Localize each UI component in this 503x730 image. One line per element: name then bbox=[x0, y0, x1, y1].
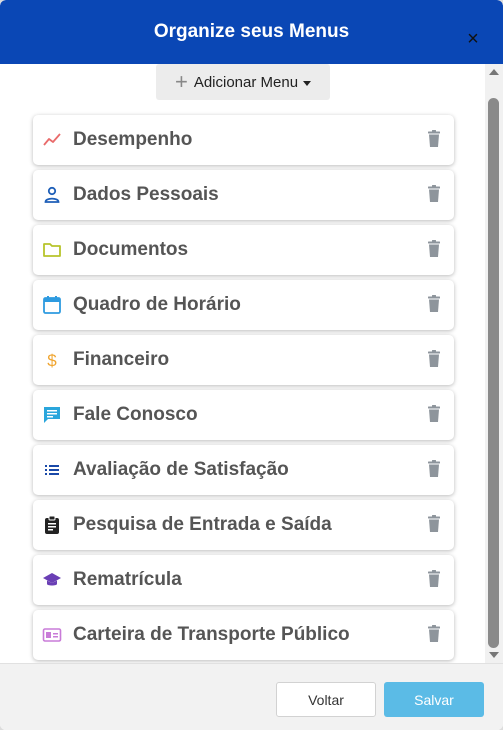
menu-list: Desempenho Dados Pessoais Documentos Qua… bbox=[33, 115, 454, 663]
scroll-down-arrow-icon[interactable] bbox=[489, 652, 499, 658]
id-card-icon bbox=[42, 625, 62, 645]
trash-icon[interactable] bbox=[427, 295, 441, 313]
save-button[interactable]: Salvar bbox=[384, 682, 484, 717]
trash-icon[interactable] bbox=[427, 460, 441, 478]
person-icon bbox=[42, 185, 62, 205]
calendar-icon bbox=[42, 295, 62, 315]
modal-title: Organize seus Menus bbox=[153, 21, 350, 42]
trash-icon[interactable] bbox=[427, 570, 441, 588]
menu-item-desempenho[interactable]: Desempenho bbox=[33, 115, 454, 165]
modal-body: + Adicionar Menu Desempenho Dados Pessoa… bbox=[0, 64, 503, 663]
menu-item-fale-conosco[interactable]: Fale Conosco bbox=[33, 390, 454, 440]
menu-item-financeiro[interactable]: $ Financeiro bbox=[33, 335, 454, 385]
trash-icon[interactable] bbox=[427, 240, 441, 258]
close-button[interactable]: × bbox=[462, 28, 484, 50]
svg-text:$: $ bbox=[47, 351, 57, 370]
menu-item-label: Documentos bbox=[73, 239, 189, 260]
menu-item-rematricula[interactable]: Rematrícula bbox=[33, 555, 454, 605]
clipboard-icon bbox=[42, 515, 62, 535]
menu-item-avaliacao-de-satisfacao[interactable]: Avaliação de Satisfação bbox=[33, 445, 454, 495]
graduation-cap-icon bbox=[42, 570, 62, 590]
menu-item-label: Pesquisa de Entrada e Saída bbox=[73, 514, 332, 535]
menu-item-dados-pessoais[interactable]: Dados Pessoais bbox=[33, 170, 454, 220]
add-menu-label: Adicionar Menu bbox=[193, 73, 299, 91]
caret-down-icon bbox=[303, 80, 312, 86]
menu-item-quadro-de-horario[interactable]: Quadro de Horário bbox=[33, 280, 454, 330]
menu-item-label: Dados Pessoais bbox=[73, 184, 219, 205]
menu-item-pesquisa-de-entrada-e-saida[interactable]: Pesquisa de Entrada e Saída bbox=[33, 500, 454, 550]
menu-item-documentos[interactable]: Documentos bbox=[33, 225, 454, 275]
menu-item-label: Avaliação de Satisfação bbox=[73, 459, 289, 480]
trash-icon[interactable] bbox=[427, 350, 441, 368]
trash-icon[interactable] bbox=[427, 185, 441, 203]
menu-item-label: Carteira de Transporte Público bbox=[73, 624, 350, 645]
folder-icon bbox=[42, 240, 62, 260]
add-menu-dropdown-button[interactable]: + Adicionar Menu bbox=[156, 64, 330, 100]
menu-item-label: Rematrícula bbox=[73, 569, 182, 590]
menu-item-carteira-de-transporte-publico[interactable]: Carteira de Transporte Público bbox=[33, 610, 454, 660]
chat-icon bbox=[42, 405, 62, 425]
back-button[interactable]: Voltar bbox=[276, 682, 376, 717]
trash-icon[interactable] bbox=[427, 405, 441, 423]
dollar-icon: $ bbox=[42, 350, 62, 370]
scrollbar-thumb[interactable] bbox=[488, 98, 499, 648]
scroll-up-arrow-icon[interactable] bbox=[489, 69, 499, 75]
modal-footer: Voltar Salvar bbox=[0, 663, 503, 730]
vertical-scrollbar[interactable] bbox=[485, 64, 503, 663]
trash-icon[interactable] bbox=[427, 625, 441, 643]
trash-icon[interactable] bbox=[427, 515, 441, 533]
menu-item-label: Desempenho bbox=[73, 129, 193, 150]
list-icon bbox=[42, 460, 62, 480]
chart-line-icon bbox=[42, 130, 62, 150]
plus-icon: + bbox=[174, 69, 188, 94]
menu-item-label: Fale Conosco bbox=[73, 404, 198, 425]
menu-item-label: Financeiro bbox=[73, 349, 170, 370]
organize-menus-modal: Organize seus Menus × + Adicionar Menu D… bbox=[0, 0, 503, 730]
trash-icon[interactable] bbox=[427, 130, 441, 148]
menu-item-label: Quadro de Horário bbox=[73, 294, 241, 315]
modal-header: Organize seus Menus × bbox=[0, 0, 503, 64]
